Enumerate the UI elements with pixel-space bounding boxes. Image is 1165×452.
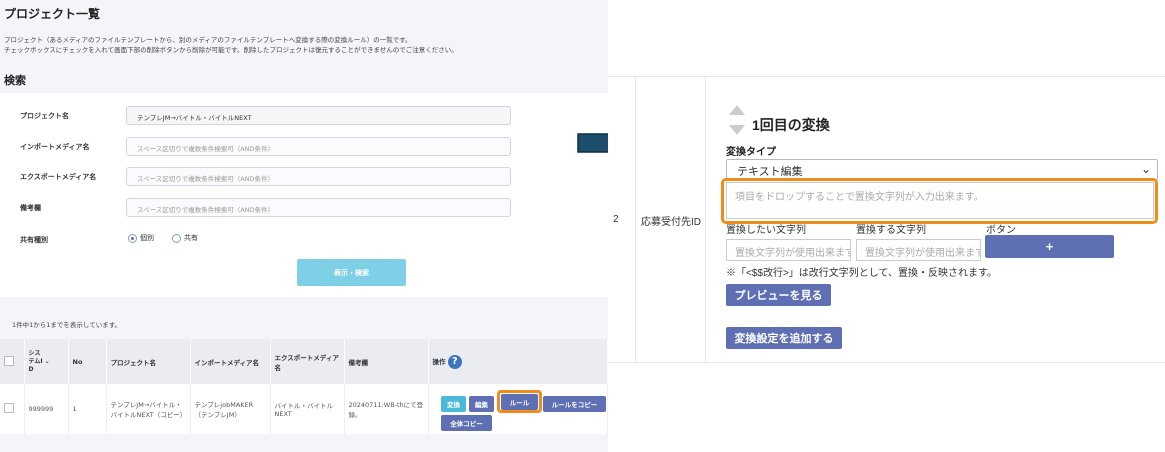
row-checkbox[interactable] bbox=[4, 403, 14, 413]
replace-to-input[interactable]: 置換文字列が使用出来ます bbox=[856, 239, 981, 261]
note-label: 備考欄 bbox=[20, 204, 41, 212]
copy-all-button[interactable]: 全体コピー bbox=[441, 415, 492, 431]
field-name: 応募受付先ID bbox=[641, 217, 701, 228]
move-up-icon[interactable] bbox=[729, 105, 745, 115]
note-input[interactable]: スペース区切りで複数条件検索可（AND条件） bbox=[126, 198, 511, 217]
column-divider bbox=[705, 77, 706, 362]
preview-button[interactable]: プレビューを見る bbox=[726, 284, 831, 306]
cell-system-id: 999999 bbox=[24, 384, 69, 434]
radio-individual-label: 個別 bbox=[140, 234, 154, 242]
conversion-type-label: 変換タイプ bbox=[726, 147, 776, 158]
edit-button[interactable]: 編集 bbox=[469, 396, 494, 412]
header-project-name: プロジェクト名 bbox=[106, 339, 191, 384]
radio-shared-label: 共有 bbox=[184, 234, 198, 242]
convert-button[interactable]: 変換 bbox=[441, 396, 466, 412]
header-operations: 操作 ? bbox=[428, 339, 608, 384]
move-down-icon[interactable] bbox=[729, 125, 745, 135]
header-system-id[interactable]: シス テムI ⌄ D bbox=[24, 339, 69, 384]
radio-unselected-icon bbox=[172, 233, 181, 243]
chevron-down-icon: ⌄ bbox=[1140, 162, 1151, 176]
page-title: プロジェクト一覧 bbox=[4, 7, 101, 21]
result-count: 1件中1から1までを表示しています。 bbox=[12, 321, 122, 329]
cell-note: 20240711:WB-thにて登録。 bbox=[344, 384, 429, 434]
highlight-textarea bbox=[721, 178, 1158, 224]
import-media-input[interactable]: スペース区切りで複数条件検索可（AND条件） bbox=[126, 137, 511, 156]
row-number: 2 bbox=[613, 214, 619, 225]
conversion-type-value: テキスト編集 bbox=[737, 166, 803, 178]
replace-to-label: 置換する文字列 bbox=[856, 225, 926, 236]
replace-from-label: 置換したい文字列 bbox=[726, 225, 806, 236]
table-header-row: シス テムI ⌄ D No プロジェクト名 インポートメディア名 エクスポートメ… bbox=[0, 339, 608, 384]
conversion-title: 1回目の変換 bbox=[752, 117, 830, 133]
button-label: ボタン bbox=[986, 225, 1016, 236]
cell-project-name: テンプレJM→バイトル・バイトルNEXT（コピー） bbox=[106, 384, 191, 434]
header-export-media: エクスポートメディア名 bbox=[270, 339, 345, 384]
add-conversion-button[interactable]: 変換設定を追加する bbox=[726, 327, 842, 349]
replace-from-input[interactable]: 置換文字列が使用出来ます bbox=[726, 239, 851, 261]
project-name-label: プロジェクト名 bbox=[20, 112, 69, 120]
cell-no: 1 bbox=[68, 384, 107, 434]
description-line-2: チェックボックスにチェックを入れて画面下部の削除ボタンから削除が可能です。削除し… bbox=[4, 46, 458, 54]
radio-selected-icon bbox=[128, 233, 137, 243]
share-type-label: 共有種別 bbox=[20, 236, 48, 244]
cell-import-media: テンプレjobMAKER（テンプレJM） bbox=[190, 384, 271, 434]
header-note: 備考欄 bbox=[344, 339, 429, 384]
import-media-label: インポートメディア名 bbox=[20, 143, 90, 151]
sort-chevron-icon: ⌄ bbox=[44, 357, 50, 365]
radio-shared[interactable]: 共有 bbox=[172, 233, 198, 243]
column-divider bbox=[635, 77, 636, 362]
copy-rule-button[interactable]: ルールをコピー bbox=[543, 396, 606, 412]
export-media-label: エクスポートメディア名 bbox=[20, 173, 97, 181]
header-import-media: インポートメディア名 bbox=[190, 339, 271, 384]
header-no: No bbox=[68, 339, 107, 384]
newline-note: ※「<$$改行>」は改行文字列として、置換・反映されます。 bbox=[726, 268, 998, 279]
result-table: シス テムI ⌄ D No プロジェクト名 インポートメディア名 エクスポートメ… bbox=[0, 339, 608, 434]
cell-export-media: バイトル・バイトルNEXT bbox=[270, 384, 345, 434]
help-icon[interactable]: ? bbox=[447, 354, 462, 369]
radio-individual[interactable]: 個別 bbox=[128, 233, 154, 243]
search-button[interactable]: 表示・検索 bbox=[297, 259, 406, 286]
project-list-panel: プロジェクト一覧 プロジェクト（あるメディアのファイルテンプレートから、別のメデ… bbox=[0, 0, 608, 452]
highlight-rule-button bbox=[497, 390, 542, 413]
select-all-checkbox[interactable] bbox=[4, 355, 14, 366]
conversion-type-select[interactable]: テキスト編集 ⌄ bbox=[726, 159, 1158, 180]
export-media-input[interactable]: スペース区切りで複数条件検索可（AND条件） bbox=[126, 167, 511, 186]
project-name-input[interactable]: テンプレJM→バイトル・バイトルNEXT bbox=[126, 106, 511, 125]
description-line-1: プロジェクト（あるメディアのファイルテンプレートから、別のメディアのファイルテン… bbox=[4, 36, 412, 44]
add-pair-button[interactable]: + bbox=[985, 235, 1114, 258]
search-heading: 検索 bbox=[4, 74, 26, 87]
